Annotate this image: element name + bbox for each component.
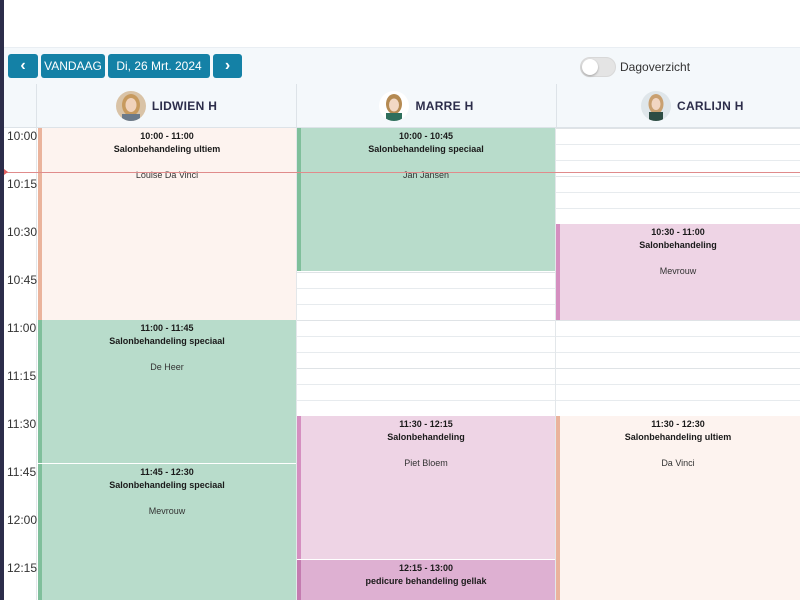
time-label: 10:00 [7, 129, 38, 143]
time-label: 10:30 [7, 225, 38, 239]
appointment-color-bar [297, 416, 301, 559]
appointment-time: 10:00 - 11:00 [140, 131, 194, 141]
chevron-left-icon: ‹ [20, 57, 26, 74]
time-label: 11:00 [7, 321, 37, 335]
appointment-client: Piet Bloem [404, 458, 448, 468]
staff-column-header-lidwien[interactable]: LIDWIEN H [36, 84, 296, 128]
appointment-block[interactable]: 11:30 - 12:15 Salonbehandeling Piet Bloe… [297, 416, 555, 559]
appointment-title: pedicure behandeling gellak [365, 576, 487, 586]
time-label: 11:30 [7, 417, 37, 431]
appointment-color-bar [556, 224, 560, 320]
toggle-knob [582, 59, 598, 75]
appointment-time: 10:30 - 11:00 [651, 227, 705, 237]
appointment-title: Salonbehandeling ultiem [113, 144, 221, 154]
time-label: 11:45 [7, 465, 37, 479]
prev-day-button[interactable]: ‹ [8, 54, 38, 78]
current-time-marker [4, 169, 8, 175]
avatar-carlijn-icon [641, 91, 671, 121]
appointment-title: Salonbehandeling speciaal [109, 480, 225, 490]
chevron-right-icon: › [224, 57, 231, 74]
calendar-app: ‹ VANDAAG Di, 26 Mrt. 2024 › Dagoverzich… [0, 0, 800, 600]
appointment-color-bar [38, 320, 42, 463]
staff-name: LIDWIEN H [151, 99, 218, 113]
avatar-marre-icon [379, 91, 410, 121]
appointment-title: Salonbehandeling [387, 432, 465, 442]
day-view-label: Dagoverzicht [620, 60, 691, 74]
appointment-client: Mevrouw [659, 266, 697, 276]
appointment-block[interactable]: 10:00 - 11:00 Salonbehandeling ultiem Lo… [38, 128, 296, 320]
avatar [641, 91, 671, 121]
appointment-color-bar [38, 128, 42, 320]
appointment-color-bar [297, 128, 301, 271]
appointment-block[interactable]: 11:30 - 12:30 Salonbehandeling ultiem Da… [556, 416, 800, 600]
appointment-color-bar [38, 464, 42, 600]
staff-column-header-carlijn[interactable]: CARLIJN H [556, 84, 800, 128]
time-label: 11:15 [7, 369, 37, 383]
appointment-client: De Heer [150, 362, 184, 372]
appointment-title: Salonbehandeling [639, 240, 717, 250]
avatar [115, 91, 146, 121]
time-grid: 10:00 10:15 10:30 10:45 11:00 11:15 11:3… [4, 128, 800, 600]
appointment-block[interactable]: 10:00 - 10:45 Salonbehandeling speciaal … [297, 128, 555, 271]
top-area [4, 0, 800, 48]
appointment-time: 11:45 - 12:30 [140, 467, 194, 477]
time-label: 12:00 [7, 513, 38, 527]
staff-header-row: LIDWIEN H MARRE H CARLIJN H [4, 84, 800, 128]
avatar-lidwien-icon [115, 91, 146, 121]
appointment-block[interactable]: 10:30 - 11:00 Salonbehandeling Mevrouw [556, 224, 800, 320]
date-picker-button[interactable]: Di, 26 Mrt. 2024 [108, 54, 210, 78]
appointment-block[interactable]: 11:45 - 12:30 Salonbehandeling speciaal … [38, 464, 296, 600]
time-label: 10:15 [7, 177, 38, 191]
appointment-time: 11:30 - 12:15 [399, 419, 453, 429]
appointment-time: 10:00 - 10:45 [398, 131, 454, 141]
calendar-toolbar: ‹ VANDAAG Di, 26 Mrt. 2024 › Dagoverzich… [4, 48, 800, 84]
today-button[interactable]: VANDAAG [41, 54, 105, 78]
staff-column-header-marre[interactable]: MARRE H [296, 84, 556, 128]
staff-name: MARRE H [415, 99, 474, 113]
appointment-block[interactable]: 11:00 - 11:45 Salonbehandeling speciaal … [38, 320, 296, 463]
next-day-button[interactable]: › [213, 54, 242, 78]
appointment-title: Salonbehandeling speciaal [368, 144, 484, 154]
appointment-title: Salonbehandeling speciaal [109, 336, 225, 346]
appointment-color-bar [297, 560, 301, 600]
appointment-time: 11:30 - 12:30 [651, 419, 705, 429]
staff-name: CARLIJN H [677, 99, 744, 113]
appointment-color-bar [556, 416, 560, 600]
appointment-block[interactable]: 12:15 - 13:00 pedicure behandeling gella… [297, 560, 555, 600]
day-view-toggle[interactable] [580, 57, 616, 77]
appointment-time: 12:15 - 13:00 [398, 563, 454, 573]
avatar [379, 91, 410, 121]
appointment-time: 11:00 - 11:45 [140, 323, 194, 333]
appointment-title: Salonbehandeling ultiem [624, 432, 732, 442]
column-divider [36, 128, 37, 600]
time-label: 12:15 [7, 561, 38, 575]
appointment-client: Da Vinci [661, 458, 695, 468]
time-label: 10:45 [7, 273, 38, 287]
appointment-client: Mevrouw [148, 506, 186, 516]
current-time-line [4, 172, 800, 173]
